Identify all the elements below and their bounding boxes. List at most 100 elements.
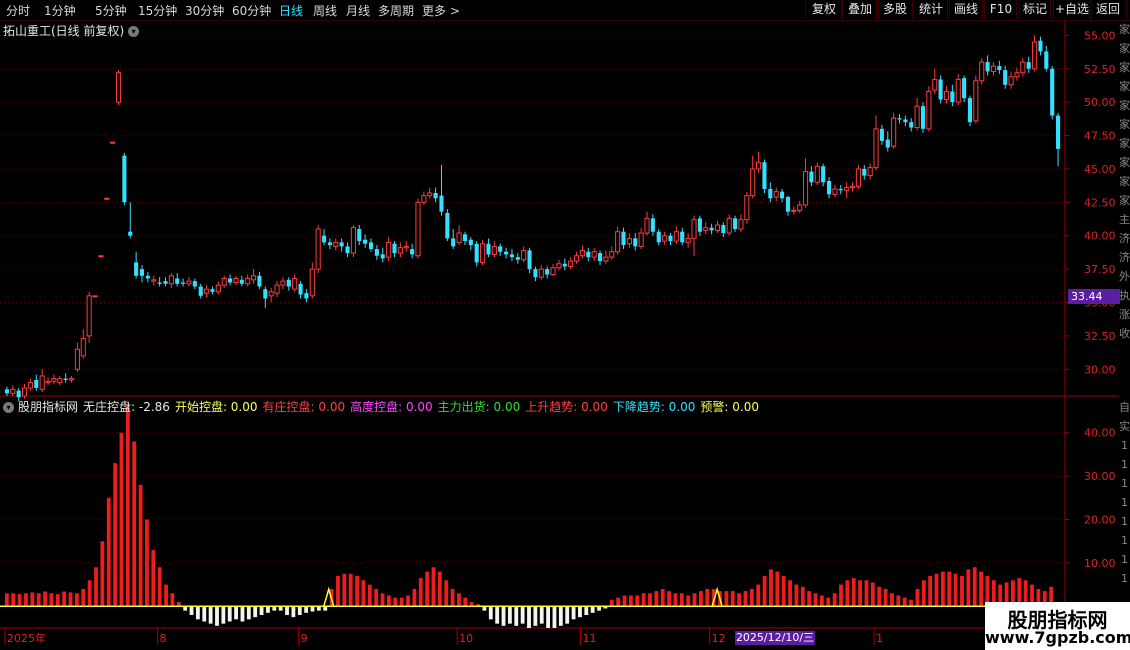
indicator-bar (55, 594, 60, 607)
indicator-name[interactable]: 股朋指标网 (18, 400, 78, 414)
date-tick-label: 11 (582, 632, 596, 645)
side-panel-top: 家家家家家家家家家家主济济外执涨收 (1119, 20, 1130, 396)
candle-body (650, 218, 655, 232)
candle-body (292, 277, 298, 290)
indicator-bar (81, 588, 86, 607)
candle-body (263, 289, 268, 299)
candle-body (938, 79, 943, 100)
candle-body (867, 167, 873, 177)
candle-body (104, 197, 110, 200)
candle-body (609, 251, 615, 258)
candle-body (122, 155, 127, 203)
indicator-bar (571, 606, 576, 620)
candle-body (368, 242, 374, 250)
candle-body (210, 289, 215, 292)
side-panel-char: 家 (1119, 99, 1130, 112)
candle-body (333, 241, 339, 247)
indicator-bar (425, 571, 430, 607)
candle-body (562, 263, 567, 267)
candle-body (962, 78, 967, 99)
indicator-bar (641, 593, 646, 607)
side-panel-char: 收 (1119, 327, 1130, 340)
indicator-bar (839, 584, 843, 607)
candle-body (221, 277, 227, 286)
candle-body (509, 254, 515, 258)
stock-title[interactable]: 拓山重工(日线 前复权) ▾ (3, 22, 140, 39)
side-panel-char: 执 (1119, 289, 1130, 302)
candle-body (498, 246, 503, 252)
indicator-bar (221, 606, 226, 624)
candle-body (204, 288, 210, 294)
indicator-bar (74, 593, 79, 607)
indicator-bar (393, 597, 398, 607)
indicator-tick-label: 30.00 (1084, 470, 1116, 483)
indicator-bar (960, 575, 964, 607)
indicator-bar (100, 541, 105, 607)
price-axis: 55.00 52.50 50.00 47.50 45.00 42.50 40.00 37.50… (1065, 29, 1116, 376)
indicator-bar (928, 575, 933, 607)
indicator-bar (858, 580, 863, 607)
candle-body (662, 235, 668, 242)
chevron-down-icon[interactable]: ▾ (128, 26, 140, 37)
candle-body (34, 379, 39, 388)
candle-body (192, 281, 197, 287)
candle-body (86, 295, 92, 337)
indicator-bar (488, 606, 493, 620)
indicator-bar (450, 588, 455, 607)
price-tick-label: 52.50 (1084, 63, 1116, 76)
candle-body (392, 243, 397, 254)
side-panel-char: 1 (1121, 477, 1128, 490)
candle-body (733, 218, 738, 230)
candle-body (21, 387, 28, 397)
candle-body (673, 231, 679, 242)
indicator-bar (546, 606, 551, 628)
indicator-legend: ▾ 股朋指标网 无庄控盘: -2.86 开始控盘: 0.00 有庄控盘: 0.00 高度控… (3, 398, 769, 415)
indicator-bar (705, 588, 710, 607)
indicator-bar (412, 588, 417, 607)
indicator-bar (781, 575, 786, 607)
candle-body (821, 166, 826, 183)
candle-body (515, 257, 520, 260)
indicator-bar (367, 584, 372, 607)
side-panel-bottom: 自实 1 1 1 1 1 1 1 1 (1119, 398, 1130, 598)
side-panel-char: 家 (1119, 156, 1130, 169)
candle-body (445, 213, 450, 239)
candle-body (744, 195, 750, 221)
cursor-date-tag: 2025/12/10/三 (735, 631, 815, 645)
chevron-down-icon[interactable]: ▾ (3, 402, 14, 413)
candle-body (545, 269, 550, 275)
indicator-bar (628, 595, 633, 607)
indicator-bar (762, 575, 767, 607)
indicator-bar (953, 573, 958, 607)
indicator-bar (654, 591, 659, 607)
grid-lines (0, 20, 1119, 645)
price-tick-label: 50.00 (1084, 96, 1116, 109)
indicator-bar (495, 606, 500, 624)
indicator-bar (800, 586, 805, 607)
indicator-bar (4, 593, 9, 607)
side-panel-char: 济 (1119, 251, 1130, 264)
candle-body (697, 218, 702, 232)
legend-item: 预警: 0.00 (700, 400, 759, 414)
candle-body (1003, 70, 1008, 85)
candle-body (451, 238, 456, 247)
candle-body (433, 192, 438, 199)
side-panel-char: 1 (1121, 553, 1128, 566)
candle-body (538, 268, 544, 278)
indicator-tick-label: 10.00 (1084, 557, 1116, 570)
indicator-bar (979, 571, 983, 607)
indicator-bar (157, 567, 162, 607)
candle-body (1056, 115, 1061, 149)
candle-body (932, 78, 938, 91)
candle-body (656, 231, 661, 243)
chart-canvas[interactable]: 55.00 52.50 50.00 47.50 45.00 42.50 40.00 37.50… (0, 0, 1130, 650)
indicator-bar (361, 580, 366, 607)
candle-body (849, 185, 856, 189)
candle-body (703, 227, 709, 231)
candle-body (638, 232, 644, 247)
indicator-bar (915, 588, 920, 607)
indicator-bar (380, 593, 385, 607)
indicator-bar (336, 575, 340, 607)
candle-body (380, 254, 385, 259)
indicator-bar (259, 606, 264, 615)
